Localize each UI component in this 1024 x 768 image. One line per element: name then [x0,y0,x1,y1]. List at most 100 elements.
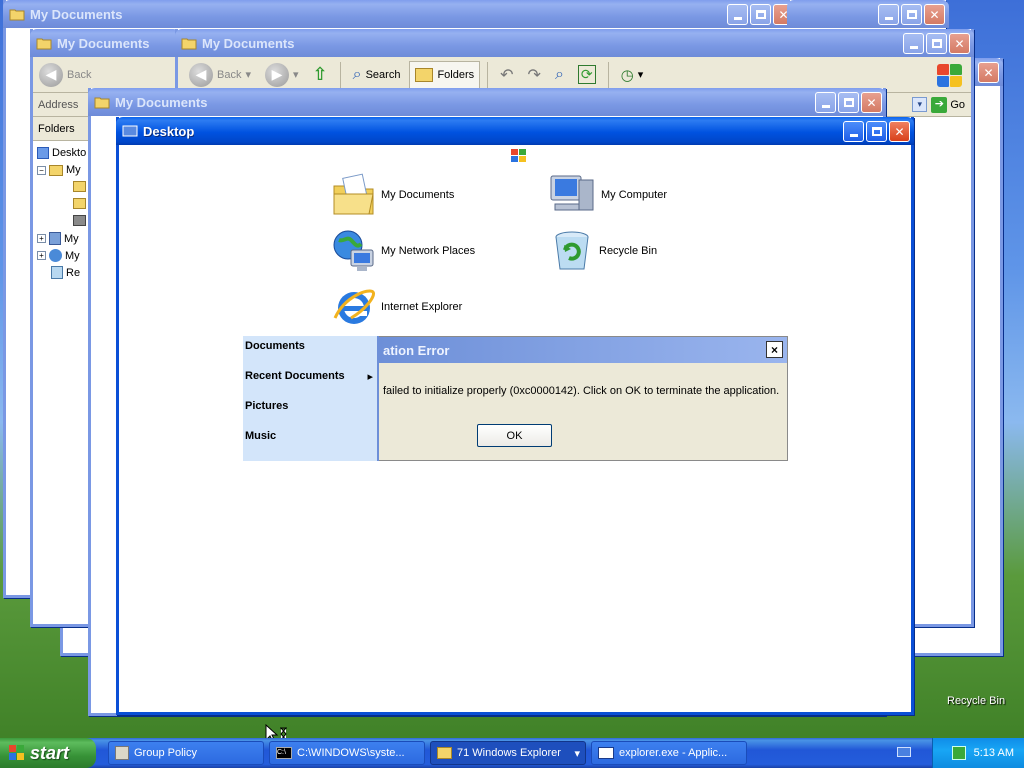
close-button[interactable]: ✕ [861,92,882,113]
undo-button[interactable]: ↶ [495,63,518,87]
close-button[interactable]: ✕ [889,121,910,142]
history-clock-icon: ◷ [620,66,634,84]
wallpaper-recycle-bin-label[interactable]: Recycle Bin [947,695,1005,707]
dialog-titlebar[interactable]: ation Error [379,337,787,363]
minimize-button[interactable] [903,33,924,54]
tree-item-sub-1[interactable] [73,181,86,192]
desktop-icon-my-network-places[interactable]: My Network Places [331,228,475,274]
start-label: start [30,742,70,763]
close-icon: ✕ [866,95,877,110]
close-button[interactable]: ✕ [924,4,945,25]
expand-icon[interactable]: + [37,251,46,260]
history-button[interactable]: ◷ ▾ [616,64,649,86]
tree-item-my-computer[interactable]: + My [37,232,79,245]
close-icon: ✕ [954,36,965,51]
window-4-title: My Documents [115,94,208,110]
back-label: Back [217,68,242,81]
film-folder-icon [73,215,86,226]
find-button[interactable]: ⌕ [550,64,569,86]
task-label: 71 Windows Explorer [457,747,561,759]
task-group-policy[interactable]: Group Policy [108,741,264,765]
back-label: Back [67,68,92,81]
folders-button[interactable]: Folders [409,60,481,89]
toolbar-separator [607,61,609,88]
minimize-button[interactable] [815,92,836,113]
explorer-window-0[interactable]: ✕ [787,0,949,30]
window-icon [598,747,614,759]
desktop-window-titlebar[interactable]: Desktop ✕ [116,117,914,145]
up-folder-button[interactable]: ⇧ [308,62,333,87]
window-3-titlebar[interactable]: My Documents ✕ [175,29,974,57]
minimize-button[interactable] [727,4,748,25]
maximize-button[interactable] [901,4,922,25]
maximize-button[interactable] [926,33,947,54]
minimize-button[interactable] [843,121,864,142]
window-0-titlebar[interactable]: ✕ [787,0,949,28]
desktop-icon-my-documents[interactable]: My Documents [331,172,454,218]
window-3-title: My Documents [202,35,295,51]
tree-item-sub-2[interactable] [73,198,86,209]
tree-item-my-documents[interactable]: − My [37,164,81,176]
tree-item-desktop[interactable]: Deskto [37,147,86,159]
start-menu-item-documents[interactable]: Documents [245,340,373,352]
close-button[interactable]: ✕ [949,33,970,54]
desktop-icon-internet-explorer[interactable]: Internet Explorer [331,284,462,330]
start-button[interactable]: start [0,738,96,768]
minimize-icon [733,17,742,20]
tree-item-recycle-bin[interactable]: Re [51,266,80,279]
maximize-button[interactable] [838,92,859,113]
task-explorer-application-error[interactable]: explorer.exe - Applic... [591,741,747,765]
folder-icon [9,9,25,21]
maximize-button[interactable] [750,4,771,25]
redo-button[interactable]: ↷ [523,63,546,87]
minimize-button[interactable] [878,4,899,25]
window-2-titlebar[interactable]: My Documents [30,29,180,57]
desktop-icon-recycle-bin[interactable]: Recycle Bin [549,228,657,274]
icon-label: Internet Explorer [381,301,463,313]
computer-icon [550,175,594,211]
search-button[interactable]: ⌕ Search [348,64,406,86]
network-tray-icon[interactable] [951,746,966,760]
back-arrow-icon[interactable]: ◀ [39,62,63,87]
go-button[interactable]: ➔ Go [931,96,965,113]
computer-icon [49,232,61,245]
forward-arrow-icon: ▶ [265,62,289,87]
folders-label: Folders [437,68,475,81]
close-icon: ✕ [929,7,940,22]
tree-item-sub-3[interactable] [73,215,86,226]
window-1-titlebar[interactable]: My Documents ✕ [3,0,798,28]
address-label: Address [38,98,79,111]
task-windows-explorer-group[interactable]: 71 Windows Explorer ▾ [430,741,586,765]
keyboard-tray-icon[interactable] [897,747,911,757]
ok-label: OK [506,429,523,442]
task-command-prompt[interactable]: C:\ C:\WINDOWS\syste... [269,741,425,765]
clock[interactable]: 5:13 AM [974,747,1014,759]
windows-flag-logo [935,61,965,89]
application-error-dialog[interactable]: ation Error × failed to initialize prope… [378,336,788,461]
expand-icon[interactable]: + [37,234,46,243]
task-label: C:\WINDOWS\syste... [297,747,405,759]
collapse-icon[interactable]: − [37,165,46,175]
desktop-icon-my-computer[interactable]: My Computer [549,172,667,218]
tree-item-my-network[interactable]: + My [37,249,80,262]
window-4-titlebar[interactable]: My Documents ✕ [88,88,886,116]
forward-button[interactable]: ▶ ▾ [260,61,304,89]
network-icon [49,249,62,262]
redo-icon: ↷ [527,66,541,84]
start-menu-item-pictures[interactable]: Pictures [245,400,373,412]
start-menu-item-recent-documents[interactable]: Recent Documents ▸ [245,370,373,383]
maximize-icon [906,10,917,19]
ok-button[interactable]: OK [477,424,552,447]
back-arrow-icon: ◀ [189,62,213,87]
start-menu-item-music[interactable]: Music [245,430,373,442]
close-button[interactable]: ✕ [978,62,999,83]
dialog-title: ation Error [383,342,450,358]
address-dropdown-icon[interactable]: ▾ [912,97,928,112]
maximize-button[interactable] [866,121,887,142]
dialog-close-button[interactable]: × [766,341,783,358]
back-button[interactable]: ◀ Back ▾ [184,61,256,89]
desktop-window-title: Desktop [143,123,195,139]
folder-icon [437,747,452,759]
task-label: explorer.exe - Applic... [619,747,728,759]
refresh-button[interactable]: ⟳ [573,63,601,86]
